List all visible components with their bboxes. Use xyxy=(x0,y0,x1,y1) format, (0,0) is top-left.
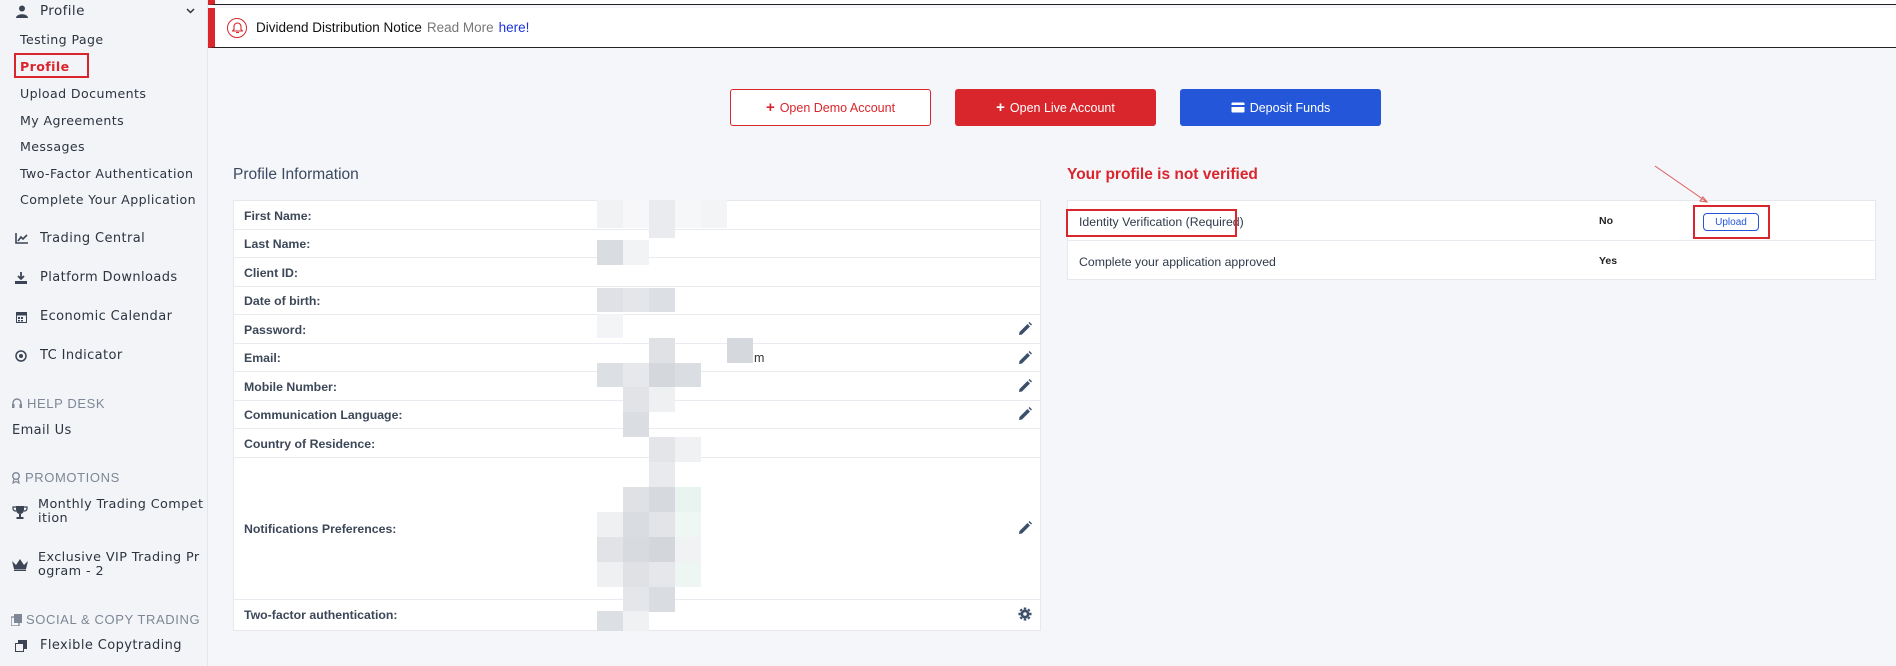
notice-bar: Dividend Distribution Notice Read More h… xyxy=(208,8,1896,48)
sidebar-item-label: Trading Central xyxy=(40,231,146,246)
sidebar-item-label: Monthly Trading Compet ition xyxy=(38,497,204,526)
sidebar-item-label: Platform Downloads xyxy=(40,270,178,285)
chart-icon xyxy=(14,232,28,246)
section-title: HELP DESK xyxy=(27,396,106,411)
crown-icon xyxy=(12,559,28,571)
row-communication-language: Communication Language: xyxy=(234,401,1040,429)
open-live-account-button[interactable]: + Open Live Account xyxy=(955,89,1156,126)
button-label: Deposit Funds xyxy=(1249,100,1331,115)
sidebar-item-economic-calendar[interactable]: Economic Calendar xyxy=(14,309,172,324)
pencil-icon[interactable] xyxy=(1018,351,1032,365)
award-icon xyxy=(12,471,20,484)
row-password: Password: xyxy=(234,315,1040,344)
trophy-icon xyxy=(12,505,28,519)
row-application-approved: Complete your application approved Yes xyxy=(1068,241,1875,281)
sidebar-profile-group[interactable]: Profile xyxy=(16,3,85,19)
deposit-funds-button[interactable]: Deposit Funds xyxy=(1180,89,1381,126)
sidebar-item-vip-program[interactable]: Exclusive VIP Trading Pr ogram - 2 xyxy=(12,551,200,579)
row-last-name: Last Name: xyxy=(234,230,1040,258)
sidebar-profile-group-label: Profile xyxy=(40,3,85,19)
field-label: Notifications Preferences: xyxy=(244,522,397,536)
open-demo-account-button[interactable]: + Open Demo Account xyxy=(730,89,931,126)
profile-information-title: Profile Information xyxy=(233,166,359,183)
verification-warning-title: Your profile is not verified xyxy=(1067,166,1258,183)
plus-icon: + xyxy=(765,99,775,116)
sidebar-item-my-agreements[interactable]: My Agreements xyxy=(20,113,124,128)
headset-icon xyxy=(12,397,22,408)
sidebar-item-profile[interactable]: Profile xyxy=(20,59,70,74)
field-label: Last Name: xyxy=(244,237,311,251)
plus-icon: + xyxy=(996,99,1005,116)
annotation-arrow xyxy=(1654,165,1709,203)
sidebar-item-complete-application[interactable]: Complete Your Application xyxy=(20,192,196,207)
gear-icon[interactable] xyxy=(1018,607,1032,621)
row-first-name: First Name: xyxy=(234,201,1040,230)
verification-status: Yes xyxy=(1599,255,1618,267)
field-label: Two-factor authentication: xyxy=(244,608,398,622)
upload-button[interactable]: Upload xyxy=(1703,213,1759,231)
field-label: First Name: xyxy=(244,209,312,223)
sidebar-item-monthly-competition[interactable]: Monthly Trading Compet ition xyxy=(12,498,203,526)
copy-icon xyxy=(14,639,28,653)
row-client-id: Client ID: xyxy=(234,258,1040,287)
verification-label: Complete your application approved xyxy=(1079,255,1276,269)
section-promotions: PROMOTIONS xyxy=(11,470,120,485)
notice-top-strip xyxy=(208,0,1896,5)
pencil-icon[interactable] xyxy=(1018,322,1032,336)
row-email: Email: m xyxy=(234,344,1040,372)
download-icon xyxy=(14,271,28,285)
field-label: Country of Residence: xyxy=(244,437,376,451)
field-label: Date of birth: xyxy=(244,294,321,308)
row-date-of-birth: Date of birth: xyxy=(234,287,1040,315)
row-notifications-preferences: Notifications Preferences: xyxy=(234,458,1040,600)
field-label: Client ID: xyxy=(244,266,298,280)
sidebar-item-tc-indicator[interactable]: TC Indicator xyxy=(14,348,123,363)
sidebar-item-label: TC Indicator xyxy=(40,348,123,363)
sidebar-item-label: Economic Calendar xyxy=(40,309,173,324)
sidebar-item-email-us[interactable]: Email Us xyxy=(12,423,72,438)
pencil-icon[interactable] xyxy=(1018,379,1032,393)
credit-card-icon xyxy=(1231,102,1245,113)
notice-read-more: Read More xyxy=(426,20,494,35)
pencil-icon[interactable] xyxy=(1018,521,1032,535)
profile-information-table: First Name: Last Name: Client ID: Date o… xyxy=(233,200,1041,631)
notice-title: Dividend Distribution Notice xyxy=(256,20,422,35)
field-label: Communication Language: xyxy=(244,408,403,422)
chevron-down-icon[interactable] xyxy=(186,8,195,14)
pencil-icon[interactable] xyxy=(1018,407,1032,421)
notice-link[interactable]: here! xyxy=(499,20,530,35)
button-label: Open Demo Account xyxy=(779,100,896,115)
bell-icon xyxy=(227,17,247,38)
sidebar-item-testing-page[interactable]: Testing Page xyxy=(20,32,104,47)
row-country-of-residence: Country of Residence: xyxy=(234,429,1040,458)
section-social-copy-trading: SOCIAL & COPY TRADING xyxy=(11,612,200,627)
sidebar-item-label: Exclusive VIP Trading Pr ogram - 2 xyxy=(38,550,200,579)
sidebar-item-upload-documents[interactable]: Upload Documents xyxy=(20,86,146,101)
sidebar-item-label: Flexible Copytrading xyxy=(40,638,182,653)
target-icon xyxy=(14,349,28,363)
identity-verification-highlight xyxy=(1066,209,1237,237)
sidebar-item-messages[interactable]: Messages xyxy=(20,139,85,154)
sidebar-item-trading-central[interactable]: Trading Central xyxy=(14,231,145,246)
section-help-desk: HELP DESK xyxy=(11,396,105,411)
sidebar: Profile Testing Page Profile Upload Docu… xyxy=(0,0,208,666)
copy-icon xyxy=(11,613,22,626)
sidebar-item-platform-downloads[interactable]: Platform Downloads xyxy=(14,270,178,285)
field-label: Mobile Number: xyxy=(244,380,337,394)
field-label: Email: xyxy=(244,351,281,365)
user-icon xyxy=(16,5,28,18)
field-label: Password: xyxy=(244,323,307,337)
row-two-factor-authentication: Two-factor authentication: xyxy=(234,600,1040,630)
verification-status: No xyxy=(1599,215,1613,227)
calendar-icon xyxy=(14,310,28,324)
row-mobile-number: Mobile Number: xyxy=(234,372,1040,401)
email-value-visible: m xyxy=(754,351,765,365)
sidebar-item-two-factor[interactable]: Two-Factor Authentication xyxy=(20,166,193,181)
button-label: Open Live Account xyxy=(1009,100,1115,115)
section-title: SOCIAL & COPY TRADING xyxy=(26,612,201,627)
section-title: PROMOTIONS xyxy=(25,470,120,485)
sidebar-item-flexible-copytrading[interactable]: Flexible Copytrading xyxy=(14,638,182,653)
